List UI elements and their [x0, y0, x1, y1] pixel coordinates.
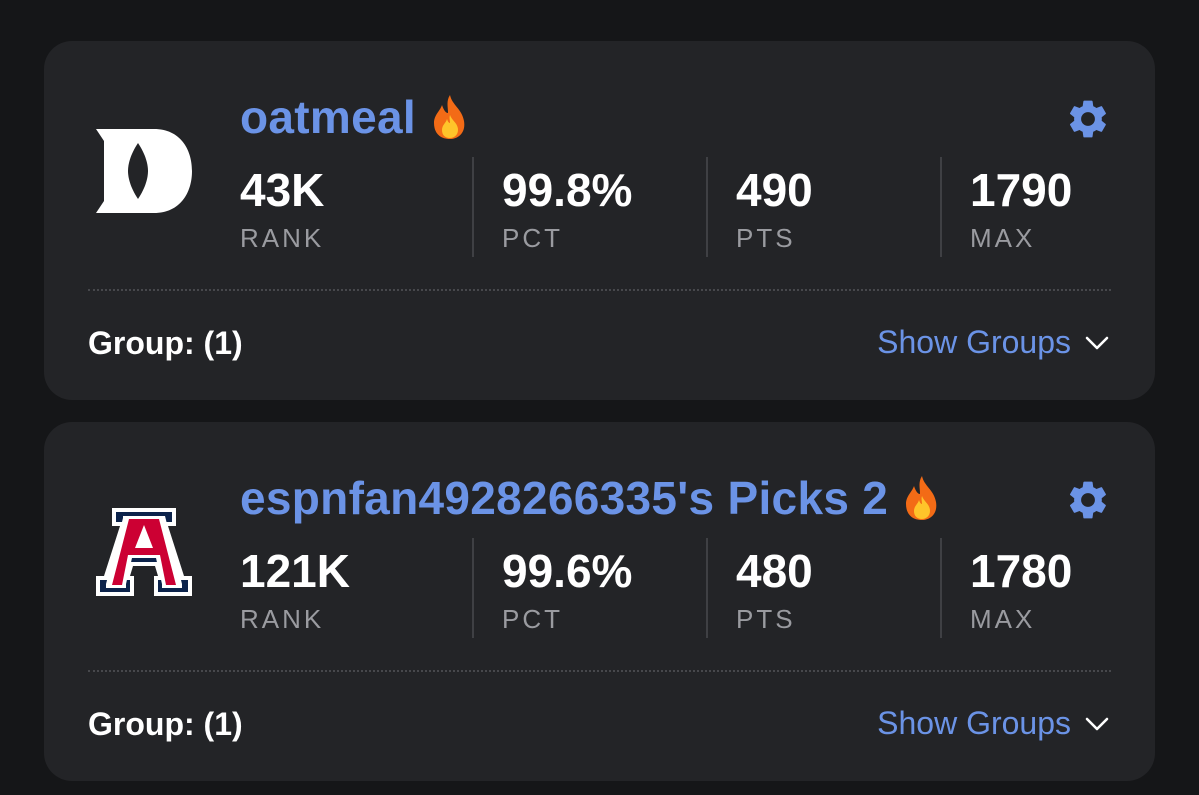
gear-icon[interactable] [1065, 477, 1111, 523]
show-groups-button[interactable]: Show Groups [877, 324, 1109, 361]
arizona-a-logo [88, 496, 200, 608]
fire-icon [433, 95, 465, 139]
duke-d-logo [88, 115, 200, 227]
stat-label: RANK [240, 223, 325, 253]
bracket-title[interactable]: oatmeal [240, 90, 416, 144]
stat-pts: 480 PTS [706, 538, 940, 638]
stat-rank: 43K RANK [240, 157, 472, 257]
stat-rank: 121K RANK [240, 538, 472, 638]
stat-value: 1790 [970, 164, 1073, 216]
stat-value: 121K [240, 545, 350, 597]
group-count-label: Group: (1) [88, 325, 243, 361]
divider [88, 670, 1111, 672]
show-groups-label: Show Groups [877, 324, 1071, 360]
stat-label: MAX [970, 604, 1036, 634]
stat-label: PTS [736, 604, 796, 634]
stat-value: 99.6% [502, 545, 633, 597]
bracket-card[interactable]: espnfan4928266335's Picks 2 121K RANK 99… [44, 422, 1155, 781]
stat-value: 1780 [970, 545, 1073, 597]
bracket-title[interactable]: espnfan4928266335's Picks 2 [240, 471, 888, 525]
stat-label: PCT [502, 223, 563, 253]
stat-value: 490 [736, 164, 813, 216]
stat-pts: 490 PTS [706, 157, 940, 257]
stat-pct: 99.6% PCT [472, 538, 706, 638]
stat-max: 1780 MAX [940, 538, 1174, 638]
stats-row: 43K RANK 99.8% PCT 490 PTS 1790 MAX [240, 157, 1174, 257]
stat-pct: 99.8% PCT [472, 157, 706, 257]
stat-value: 99.8% [502, 164, 633, 216]
gear-icon[interactable] [1065, 96, 1111, 142]
stat-value: 43K [240, 164, 325, 216]
group-count-label: Group: (1) [88, 706, 243, 742]
stat-max: 1790 MAX [940, 157, 1174, 257]
stat-value: 480 [736, 545, 813, 597]
chevron-down-icon [1085, 717, 1109, 730]
bracket-card[interactable]: oatmeal 43K RANK 99.8% PCT 490 PTS 1790 … [44, 41, 1155, 400]
fire-icon [906, 476, 937, 520]
stat-label: PTS [736, 223, 796, 253]
show-groups-label: Show Groups [877, 705, 1071, 741]
chevron-down-icon [1085, 336, 1109, 349]
stat-label: MAX [970, 223, 1036, 253]
stats-row: 121K RANK 99.6% PCT 480 PTS 1780 MAX [240, 538, 1174, 638]
show-groups-button[interactable]: Show Groups [877, 705, 1109, 742]
stat-label: PCT [502, 604, 563, 634]
stat-label: RANK [240, 604, 325, 634]
divider [88, 289, 1111, 291]
